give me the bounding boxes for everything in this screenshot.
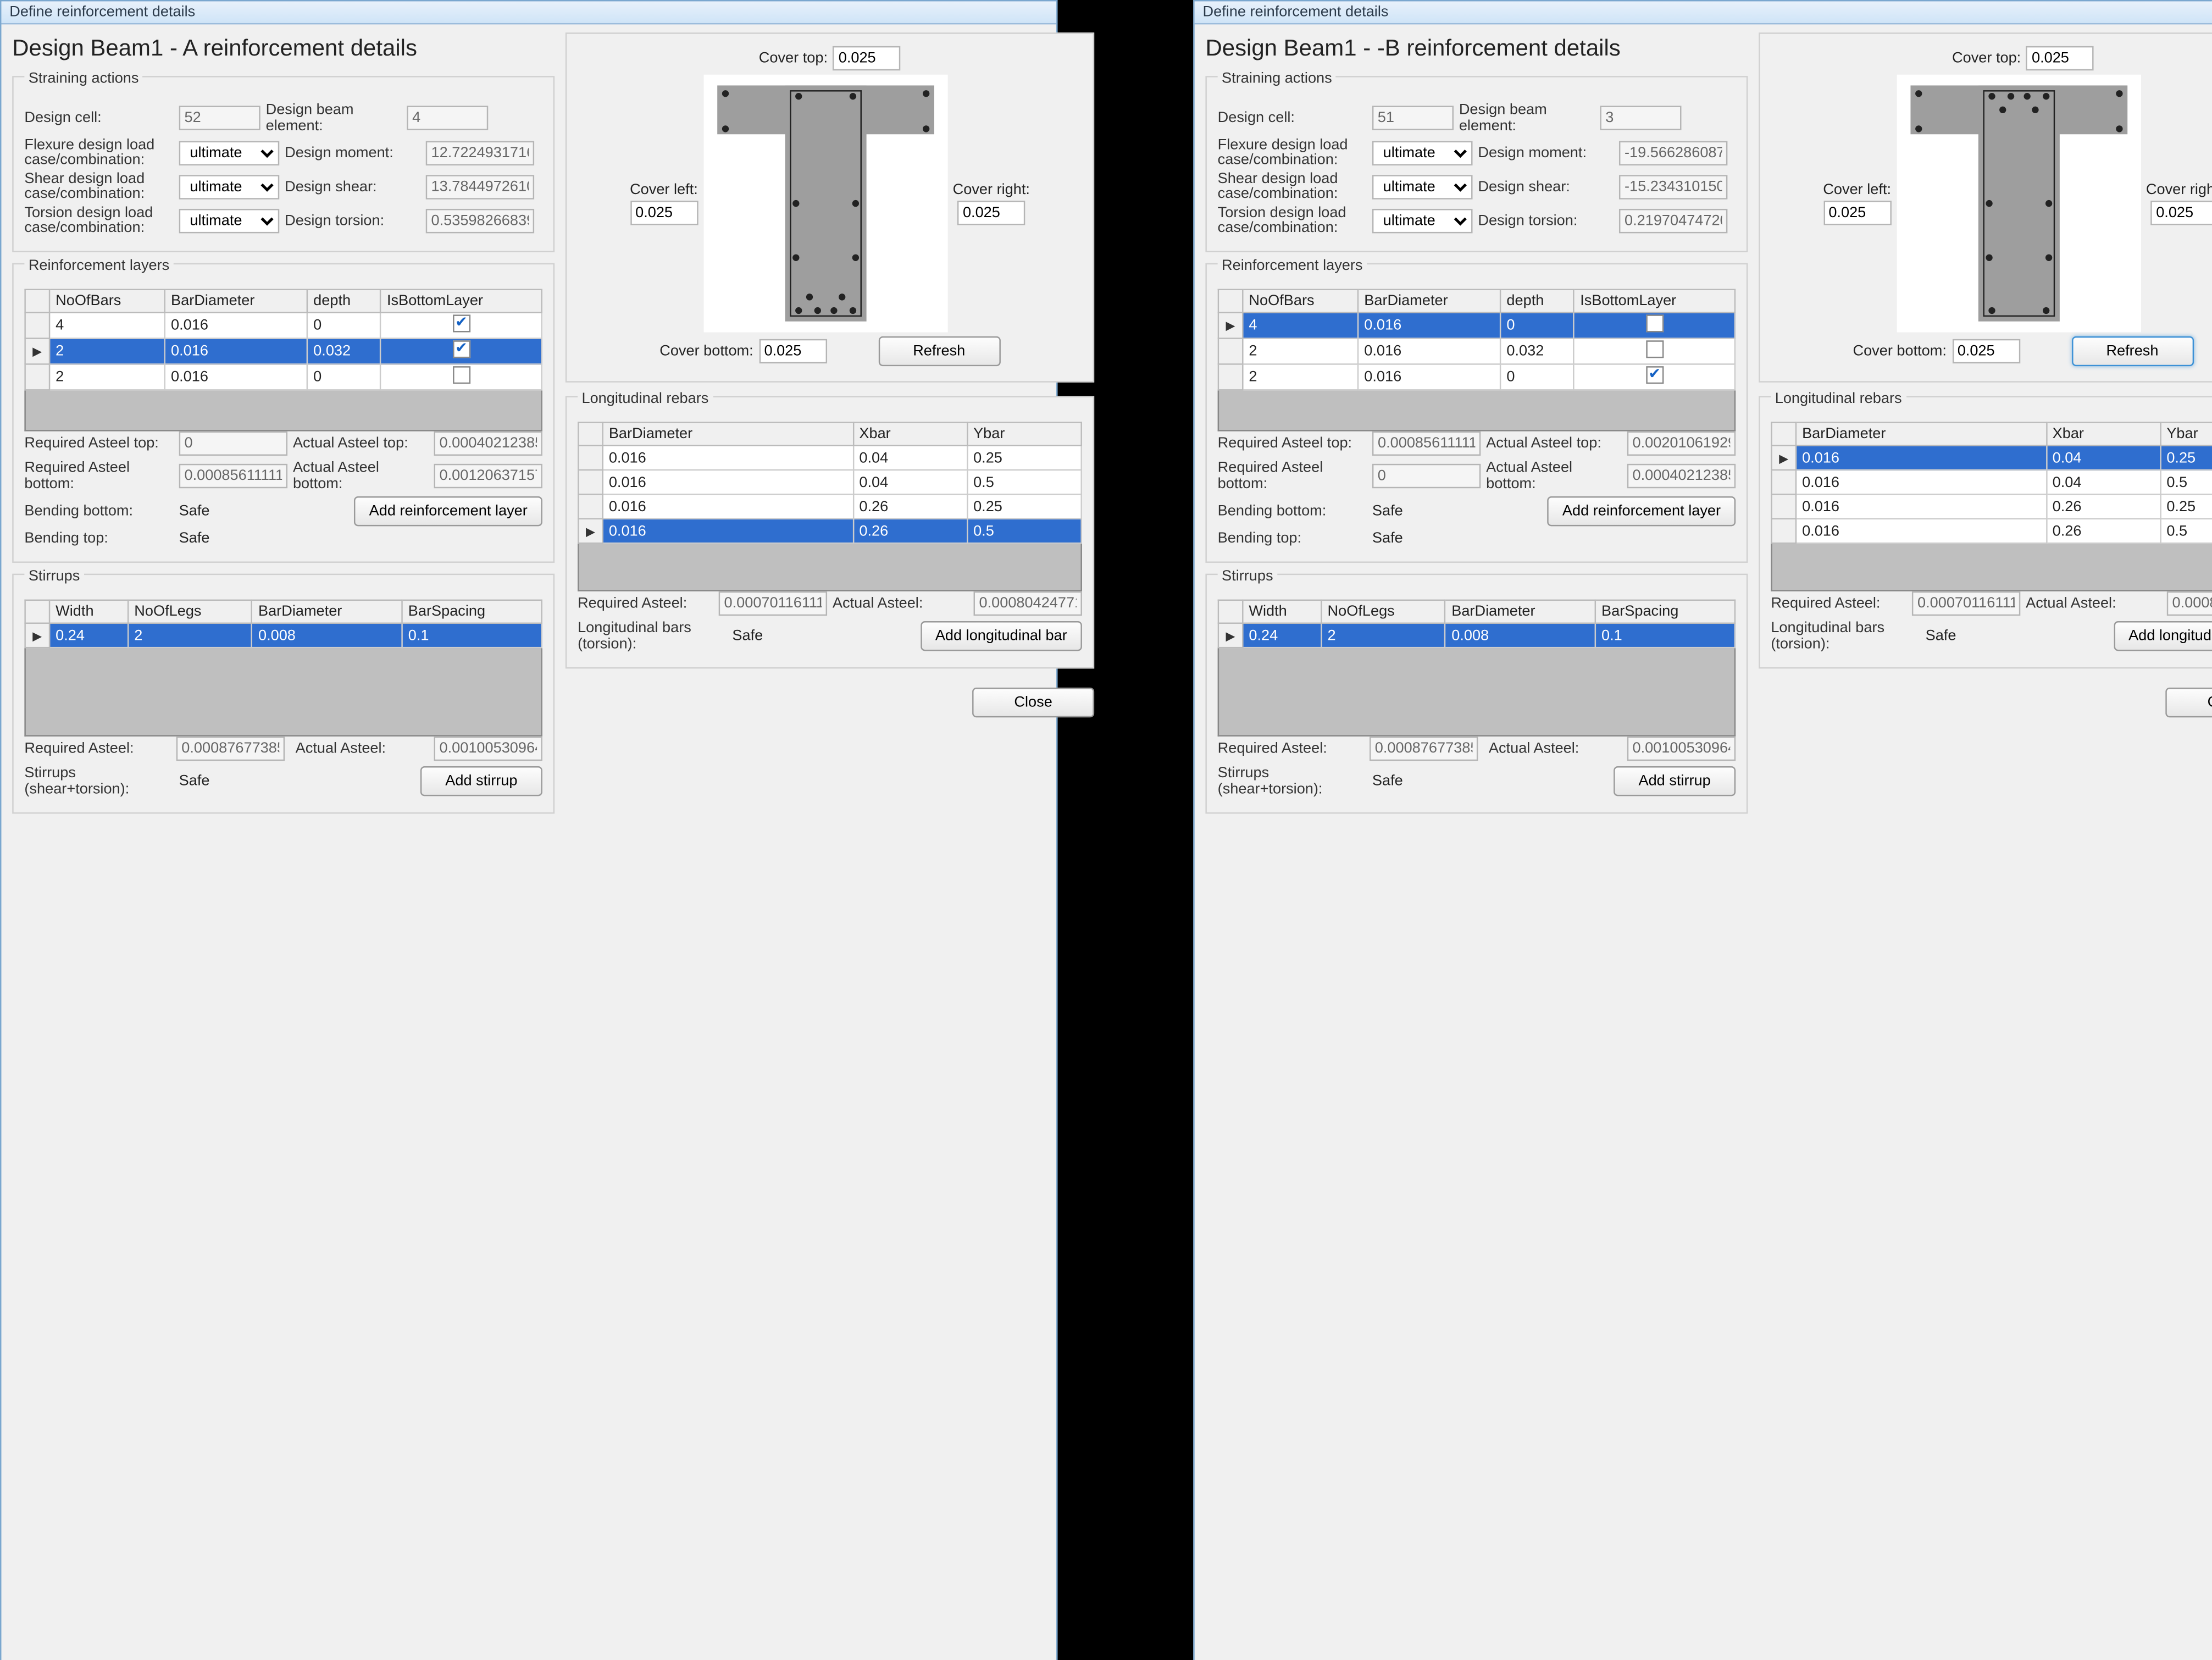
cross-section-diagram: [703, 75, 947, 333]
straining-actions-group: Straining actionsDesign cell:Design beam…: [1205, 76, 1748, 252]
refresh-button[interactable]: Refresh: [2071, 336, 2193, 366]
checkbox-icon: [1645, 314, 1663, 332]
stirrups-table[interactable]: WidthNoOfLegsBarDiameterBarSpacing0.2420…: [24, 600, 542, 649]
dialog-window: Define reinforcement details Design Beam1…: [0, 0, 1058, 1660]
add-longitudinal-bar-button[interactable]: Add longitudinal bar: [921, 621, 1082, 651]
bending-top-status: Safe: [179, 530, 210, 547]
stirrups-table[interactable]: WidthNoOfLegsBarDiameterBarSpacing0.2420…: [1218, 600, 1736, 649]
combo-select[interactable]: ultimate: [1372, 209, 1473, 233]
longbars-status: Safe: [1926, 628, 1956, 644]
add-layer-button[interactable]: Add reinforcement layer: [354, 496, 542, 526]
checkbox-icon: [1645, 366, 1663, 384]
bending-bottom-status: Safe: [1372, 503, 1403, 519]
add-stirrup-button[interactable]: Add stirrup: [420, 766, 542, 796]
longitudinal-rebars-group: Longitudinal rebarsBarDiameterXbarYbar0.…: [566, 396, 1094, 668]
reinforcement-layers-group: Reinforcement layersNoOfBarsBarDiameterd…: [1205, 263, 1748, 563]
longitudinal-rebars-table[interactable]: BarDiameterXbarYbar0.0160.040.250.0160.0…: [1771, 422, 2212, 544]
longitudinal-rebars-group: Longitudinal rebarsBarDiameterXbarYbar0.…: [1759, 396, 2212, 668]
reinforcement-layers-group: Reinforcement layersNoOfBarsBarDiameterd…: [12, 263, 555, 563]
combo-select[interactable]: ultimate: [179, 141, 280, 165]
checkbox-icon: [452, 314, 470, 332]
section-diagram-group: Cover top:Cover left:Cover right:Cover b…: [1759, 32, 2212, 383]
stirrups-group: StirrupsWidthNoOfLegsBarDiameterBarSpaci…: [12, 574, 555, 814]
reinforcement-layers-table[interactable]: NoOfBarsBarDiameterdepthIsBottomLayer40.…: [24, 289, 542, 391]
checkbox-icon: [1645, 340, 1663, 358]
bending-top-status: Safe: [1372, 530, 1403, 547]
titlebar: Define reinforcement details: [1, 1, 1056, 24]
combo-select[interactable]: ultimate: [1372, 141, 1473, 165]
cross-section-diagram: [1897, 75, 2141, 333]
close-button[interactable]: Close: [2165, 688, 2212, 717]
bending-bottom-status: Safe: [179, 503, 210, 519]
section-diagram-group: Cover top:Cover left:Cover right:Cover b…: [566, 32, 1094, 383]
dialog-window: Define reinforcement details Design Beam1…: [1193, 0, 2212, 1660]
add-layer-button[interactable]: Add reinforcement layer: [1548, 496, 1736, 526]
checkbox-icon: [452, 340, 470, 358]
stirrups-group: StirrupsWidthNoOfLegsBarDiameterBarSpaci…: [1205, 574, 1748, 814]
straining-actions-group: Straining actionsDesign cell:Design beam…: [12, 76, 555, 252]
longbars-status: Safe: [732, 628, 763, 644]
page-title: Design Beam1 - A reinforcement details: [12, 35, 555, 62]
combo-select[interactable]: ultimate: [1372, 175, 1473, 199]
refresh-button[interactable]: Refresh: [878, 336, 1000, 366]
checkbox-icon: [452, 366, 470, 384]
longitudinal-rebars-table[interactable]: BarDiameterXbarYbar0.0160.040.250.0160.0…: [578, 422, 1082, 544]
stirrups-status: Safe: [179, 773, 210, 789]
combo-select[interactable]: ultimate: [179, 209, 280, 233]
titlebar: Define reinforcement details: [1195, 1, 2212, 24]
close-button[interactable]: Close: [972, 688, 1094, 717]
reinforcement-layers-table[interactable]: NoOfBarsBarDiameterdepthIsBottomLayer40.…: [1218, 289, 1736, 391]
stirrups-status: Safe: [1372, 773, 1403, 789]
add-stirrup-button[interactable]: Add stirrup: [1614, 766, 1736, 796]
add-longitudinal-bar-button[interactable]: Add longitudinal bar: [2114, 621, 2212, 651]
page-title: Design Beam1 - -B reinforcement details: [1205, 35, 1748, 62]
combo-select[interactable]: ultimate: [179, 175, 280, 199]
